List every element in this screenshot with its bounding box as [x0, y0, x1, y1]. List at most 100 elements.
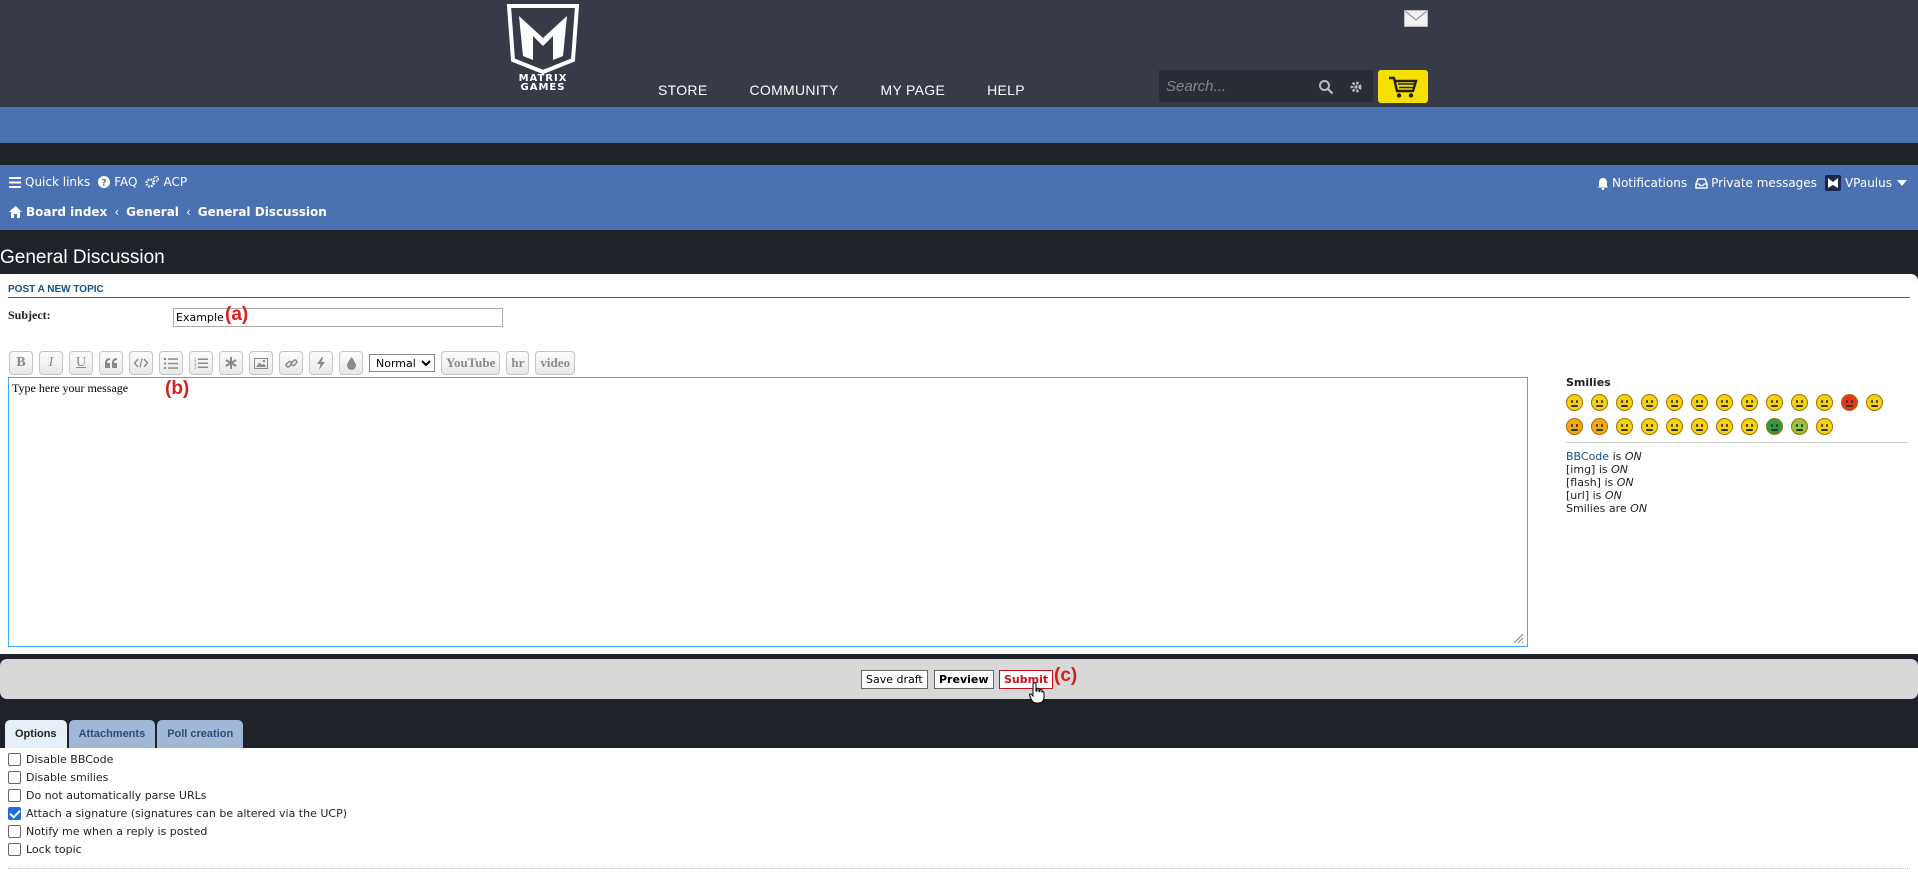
link-icon [284, 358, 298, 368]
option-label: Attach a signature (signatures can be al… [26, 807, 348, 820]
link-button[interactable] [279, 351, 303, 375]
checkbox[interactable] [8, 825, 21, 838]
smiley-icon[interactable] [1716, 418, 1733, 435]
italic-button[interactable]: I [39, 351, 63, 375]
search-input[interactable] [1166, 75, 1316, 97]
quick-links-menu[interactable]: Quick links [9, 175, 90, 189]
smiley-icon[interactable] [1716, 394, 1733, 411]
bold-button[interactable]: B [9, 351, 33, 375]
tab-options[interactable]: Options [5, 720, 67, 748]
font-size-select[interactable]: Normal [369, 354, 435, 372]
smiley-icon[interactable] [1791, 394, 1808, 411]
smiley-icon[interactable] [1791, 418, 1808, 435]
posting-status-list: BBCode is ON [img] is ON [flash] is ON [… [1566, 450, 1647, 515]
gear-icon[interactable] [1348, 79, 1364, 95]
save-draft-button[interactable]: Save draft [861, 670, 928, 689]
submit-button[interactable]: Submit [999, 670, 1054, 689]
nav-community[interactable]: COMMUNITY [749, 82, 838, 98]
smiley-icon[interactable] [1766, 394, 1783, 411]
tab-attachments[interactable]: Attachments [68, 720, 156, 748]
question-circle-icon: ? [98, 176, 111, 188]
tab-poll-creation[interactable]: Poll creation [157, 720, 244, 748]
checkbox[interactable] [8, 843, 21, 856]
preview-button[interactable]: Preview [934, 670, 994, 689]
checkbox[interactable] [8, 807, 21, 820]
smiley-mouth [1621, 405, 1628, 407]
private-messages-link[interactable]: Private messages [1695, 176, 1817, 190]
flash-button[interactable] [309, 351, 333, 375]
underline-button[interactable]: U [69, 351, 93, 375]
smiley-icon[interactable] [1641, 394, 1658, 411]
envelope-icon[interactable] [1404, 10, 1428, 27]
smiley-icon[interactable] [1741, 394, 1758, 411]
smiley-icon[interactable] [1616, 418, 1633, 435]
breadcrumb-general-discussion[interactable]: General Discussion [198, 205, 327, 219]
numbered-list-button[interactable]: 123 [189, 351, 213, 375]
option-attach-signature[interactable]: Attach a signature (signatures can be al… [8, 807, 347, 820]
chevron-left-icon: ‹ [185, 205, 191, 219]
notifications-link[interactable]: Notifications [1597, 176, 1687, 190]
video-button[interactable]: video [535, 351, 576, 375]
search-icon[interactable] [1318, 79, 1334, 95]
font-color-button[interactable] [339, 351, 363, 375]
smiley-icon[interactable] [1641, 418, 1658, 435]
breadcrumb-general[interactable]: General [126, 205, 179, 219]
smiley-icon[interactable] [1841, 394, 1858, 411]
smiley-icon[interactable] [1866, 394, 1883, 411]
quote-button[interactable] [99, 351, 123, 375]
cart-button[interactable] [1378, 70, 1428, 103]
smiley-icon[interactable] [1566, 394, 1583, 411]
option-label: Disable BBCode [26, 753, 114, 766]
user-menu[interactable]: VPaulus [1824, 175, 1910, 191]
option-lock-topic[interactable]: Lock topic [8, 843, 82, 856]
option-label: Lock topic [26, 843, 82, 856]
page-title[interactable]: General Discussion [0, 247, 165, 269]
message-textarea[interactable]: Type here your message [8, 377, 1528, 647]
smiley-icon[interactable] [1741, 418, 1758, 435]
smiley-icon[interactable] [1766, 418, 1783, 435]
list-button[interactable] [159, 351, 183, 375]
youtube-button[interactable]: YouTube [441, 351, 501, 375]
url-status-text: [url] is [1566, 489, 1602, 502]
smiley-icon[interactable] [1591, 418, 1608, 435]
smiley-icon[interactable] [1816, 394, 1833, 411]
acp-link[interactable]: ACP [145, 175, 187, 189]
img-status: [img] is ON [1566, 463, 1647, 476]
notifications-label: Notifications [1611, 176, 1688, 190]
nav-my-page[interactable]: MY PAGE [881, 82, 946, 98]
subject-input[interactable] [173, 308, 503, 327]
list-item-button[interactable] [219, 351, 243, 375]
image-button[interactable] [249, 351, 273, 375]
nav-help[interactable]: HELP [987, 82, 1025, 98]
bbcode-status-text: is [1612, 450, 1622, 463]
option-disable-smilies[interactable]: Disable smilies [8, 771, 108, 784]
hr-button[interactable]: hr [506, 351, 530, 375]
smiley-icon[interactable] [1691, 394, 1708, 411]
smiley-icon[interactable] [1591, 394, 1608, 411]
checkbox[interactable] [8, 771, 21, 784]
smiley-icon[interactable] [1666, 418, 1683, 435]
option-no-parse-urls[interactable]: Do not automatically parse URLs [8, 789, 207, 802]
smilies-status-text: Smilies are [1566, 502, 1627, 515]
option-disable-bbcode[interactable]: Disable BBCode [8, 753, 113, 766]
resize-handle-icon[interactable] [1512, 632, 1524, 644]
callout-a: (a) [225, 304, 249, 325]
code-button[interactable] [129, 351, 153, 375]
matrix-games-logo[interactable]: MATRIX GAMES [505, 2, 581, 100]
smiley-icon[interactable] [1616, 394, 1633, 411]
breadcrumb-board-index[interactable]: Board index [26, 205, 107, 219]
smiley-icon[interactable] [1816, 418, 1833, 435]
smiley-icon[interactable] [1566, 418, 1583, 435]
smiley-icon[interactable] [1691, 418, 1708, 435]
nav-store[interactable]: STORE [658, 82, 707, 98]
checkbox[interactable] [8, 753, 21, 766]
smiley-icon[interactable] [1666, 394, 1683, 411]
checkbox[interactable] [8, 789, 21, 802]
bell-icon [1597, 177, 1608, 190]
option-label: Do not automatically parse URLs [26, 789, 207, 802]
smiley-mouth [1871, 405, 1878, 407]
option-notify-reply[interactable]: Notify me when a reply is posted [8, 825, 207, 838]
bbcode-link[interactable]: BBCode [1566, 450, 1609, 463]
callout-b: (b) [165, 378, 190, 399]
faq-link[interactable]: ? FAQ [98, 175, 137, 189]
